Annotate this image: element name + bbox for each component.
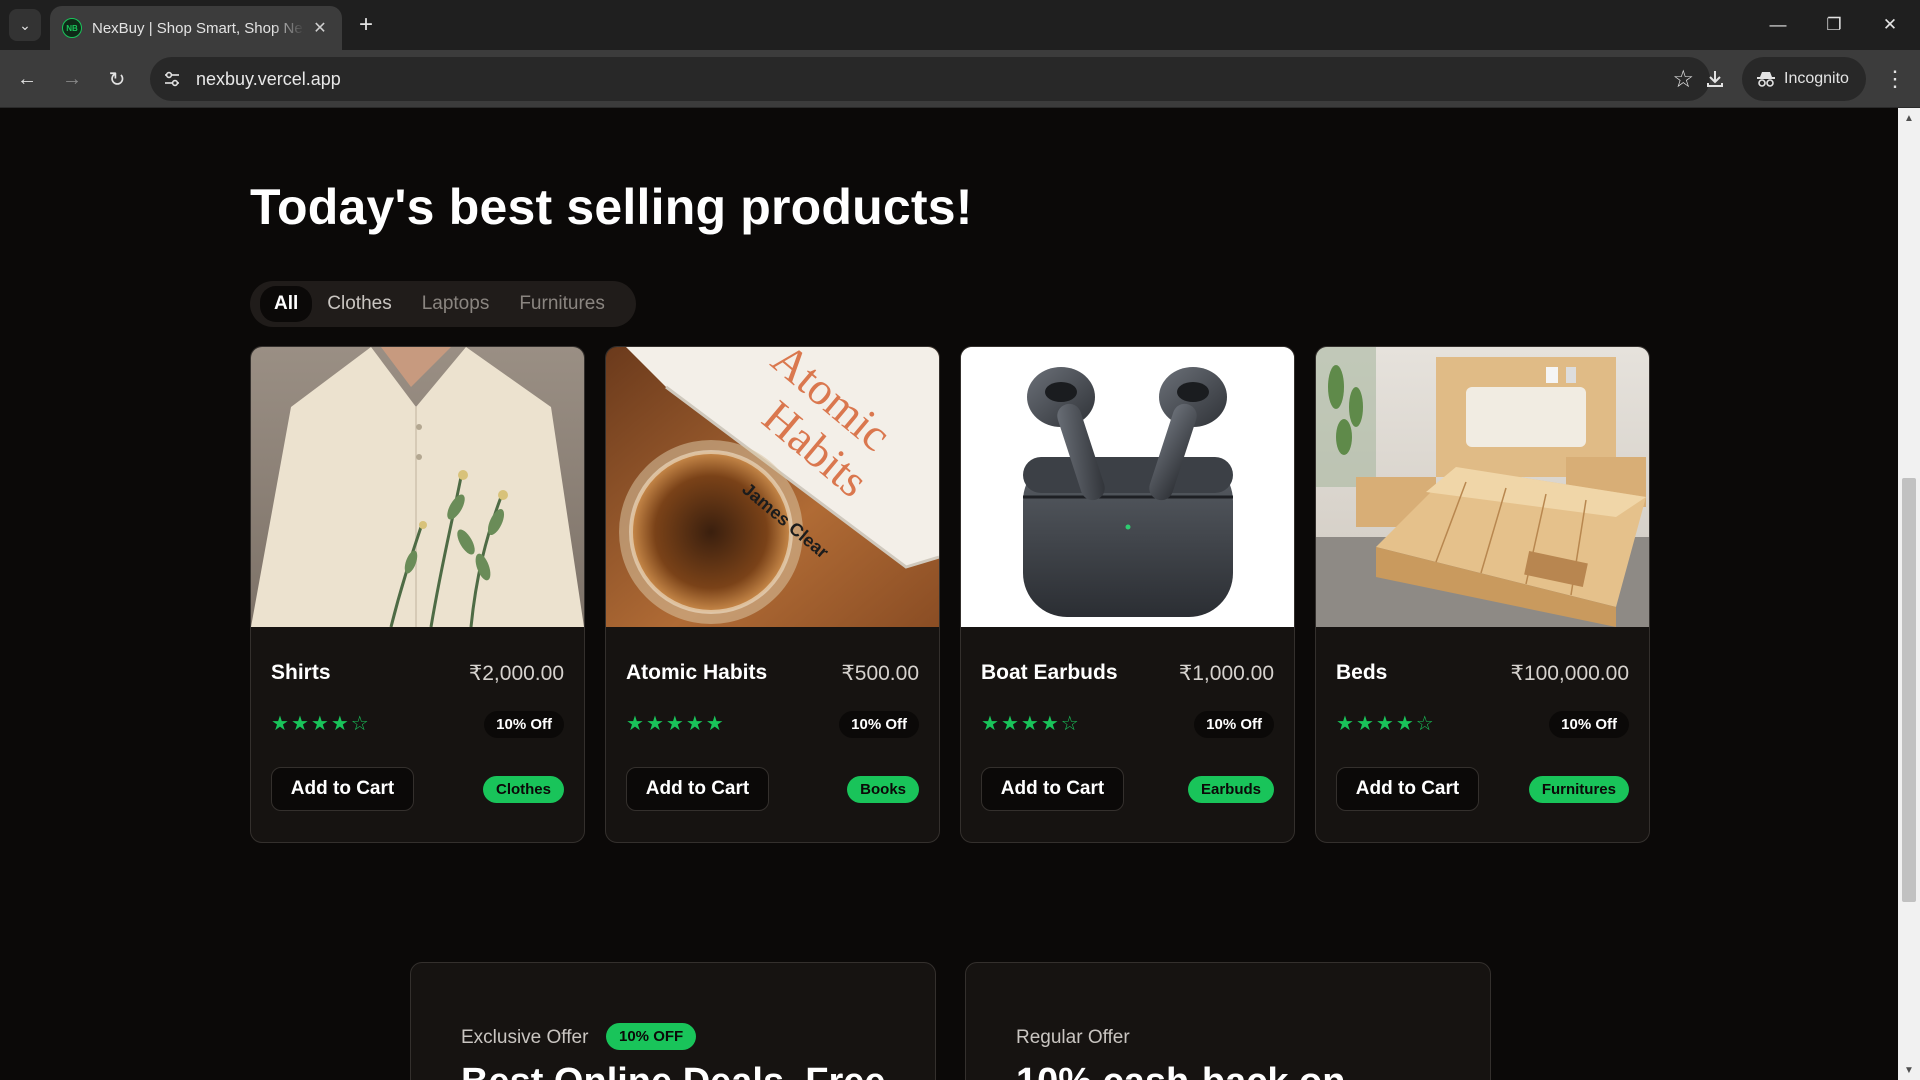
add-to-cart-button[interactable]: Add to Cart: [1336, 767, 1479, 811]
minimize-icon[interactable]: —: [1758, 8, 1798, 42]
page-scrollbar[interactable]: ▲ ▼: [1898, 108, 1920, 1080]
star-rating: ★ ★ ★ ★ ★: [626, 714, 724, 734]
offer-label: Regular Offer: [1016, 1027, 1130, 1048]
star-filled-icon: ★: [1336, 713, 1354, 735]
incognito-icon: [1757, 72, 1775, 87]
reload-icon[interactable]: ↻: [100, 62, 134, 96]
exclusive-offer-card[interactable]: Exclusive Offer 10% OFF Best Online Deal…: [410, 962, 936, 1080]
browser-tab-strip: ⌄ NB NexBuy | Shop Smart, Shop Next ✕ + …: [0, 0, 1920, 50]
offer-title: 10% cash-back on: [1016, 1061, 1345, 1080]
star-filled-icon: ★: [626, 713, 644, 735]
add-to-cart-button[interactable]: Add to Cart: [271, 767, 414, 811]
star-filled-icon: ★: [685, 713, 704, 735]
page-content: Today's best selling products! All Cloth…: [0, 108, 1898, 1080]
product-name[interactable]: Boat Earbuds: [981, 661, 1118, 685]
category-badge: Earbuds: [1187, 776, 1274, 803]
filter-furnitures[interactable]: Furnitures: [504, 286, 620, 322]
product-card[interactable]: Boat Earbuds ₹1,000.00 ★ ★ ★ ★ ☆ 10% Off Add…: [960, 346, 1295, 843]
close-tab-icon[interactable]: ✕: [310, 18, 330, 38]
star-empty-icon: ☆: [1415, 713, 1434, 735]
star-filled-icon: ★: [1395, 713, 1414, 735]
shirt-image: [251, 347, 584, 627]
section-heading: Today's best selling products!: [250, 179, 973, 235]
forward-icon[interactable]: →: [55, 62, 89, 96]
product-price: ₹1,000.00: [1178, 662, 1274, 685]
star-filled-icon: ★: [645, 713, 664, 735]
product-name[interactable]: Beds: [1336, 661, 1387, 685]
incognito-label: Incognito: [1784, 70, 1849, 87]
product-card[interactable]: Shirts ₹2,000.00 ★ ★ ★ ★ ☆ 10% Off Add to Ca…: [250, 346, 585, 843]
filter-clothes[interactable]: Clothes: [312, 286, 406, 322]
product-grid: Shirts ₹2,000.00 ★ ★ ★ ★ ☆ 10% Off Add to Ca…: [250, 346, 1650, 843]
tab-title: NexBuy | Shop Smart, Shop Next: [92, 19, 304, 37]
product-name[interactable]: Shirts: [271, 661, 331, 685]
star-rating: ★ ★ ★ ★ ☆: [1336, 714, 1434, 734]
star-filled-icon: ★: [1355, 713, 1374, 735]
category-badge: Furnitures: [1528, 776, 1629, 803]
browser-menu-icon[interactable]: ⋮: [1880, 62, 1910, 96]
star-filled-icon: ★: [271, 713, 289, 735]
discount-badge: 10% Off: [1194, 711, 1274, 738]
filter-all[interactable]: All: [260, 286, 313, 322]
star-filled-icon: ★: [1375, 713, 1394, 735]
star-filled-icon: ★: [290, 713, 309, 735]
product-card[interactable]: Atomic Habits James Clear Atomic Habits …: [605, 346, 940, 843]
tab-search-dropdown-icon[interactable]: ⌄: [9, 9, 41, 41]
add-to-cart-button[interactable]: Add to Cart: [981, 767, 1124, 811]
new-tab-icon[interactable]: +: [352, 11, 380, 39]
back-icon[interactable]: ←: [10, 62, 44, 96]
site-settings-icon[interactable]: [162, 69, 182, 89]
scroll-up-arrow-icon[interactable]: ▲: [1898, 108, 1920, 128]
offer-badge: 10% OFF: [606, 1023, 697, 1050]
download-icon[interactable]: [1698, 62, 1732, 96]
browser-tab-active[interactable]: NB NexBuy | Shop Smart, Shop Next ✕: [50, 6, 342, 50]
close-window-icon[interactable]: ✕: [1870, 8, 1910, 42]
discount-badge: 10% Off: [1549, 711, 1629, 738]
scrollbar-thumb[interactable]: [1902, 478, 1916, 902]
product-image[interactable]: [1316, 347, 1649, 627]
star-filled-icon: ★: [705, 713, 724, 735]
discount-badge: 10% Off: [839, 711, 919, 738]
earbuds-image: [961, 347, 1294, 627]
browser-toolbar: ← → ↻ nexbuy.vercel.app ☆ Incognito ⋮: [0, 50, 1920, 108]
product-name[interactable]: Atomic Habits: [626, 661, 767, 685]
offer-label: Exclusive Offer: [461, 1027, 589, 1048]
url-text: nexbuy.vercel.app: [196, 69, 341, 89]
offer-title: Best Online Deals, Free: [461, 1061, 886, 1080]
book-coffee-image: Atomic Habits James Clear: [606, 347, 939, 627]
star-filled-icon: ★: [1040, 713, 1059, 735]
star-empty-icon: ☆: [1060, 713, 1079, 735]
star-filled-icon: ★: [310, 713, 329, 735]
product-card[interactable]: Beds ₹100,000.00 ★ ★ ★ ★ ☆ 10% Off Add to Ca…: [1315, 346, 1650, 843]
category-filter-bar: All Clothes Laptops Furnitures: [250, 281, 636, 327]
star-filled-icon: ★: [1020, 713, 1039, 735]
star-filled-icon: ★: [981, 713, 999, 735]
scroll-down-arrow-icon[interactable]: ▼: [1898, 1060, 1920, 1080]
star-filled-icon: ★: [665, 713, 684, 735]
bookmark-star-icon[interactable]: ☆: [1672, 65, 1694, 94]
star-filled-icon: ★: [330, 713, 349, 735]
star-empty-icon: ☆: [350, 713, 369, 735]
star-filled-icon: ★: [1000, 713, 1019, 735]
star-rating: ★ ★ ★ ★ ☆: [271, 714, 369, 734]
bed-image: [1316, 347, 1649, 627]
product-price: ₹500.00: [841, 662, 919, 685]
category-badge: Clothes: [482, 776, 564, 803]
discount-badge: 10% Off: [484, 711, 564, 738]
product-price: ₹2,000.00: [468, 662, 564, 685]
category-badge: Books: [847, 776, 919, 803]
product-image[interactable]: [251, 347, 584, 627]
regular-offer-card[interactable]: Regular Offer 10% cash-back on: [965, 962, 1491, 1080]
add-to-cart-button[interactable]: Add to Cart: [626, 767, 769, 811]
product-price: ₹100,000.00: [1510, 662, 1629, 685]
address-bar[interactable]: nexbuy.vercel.app ☆: [150, 57, 1710, 101]
star-rating: ★ ★ ★ ★ ☆: [981, 714, 1079, 734]
product-image[interactable]: [961, 347, 1294, 627]
restore-icon[interactable]: ❐: [1814, 8, 1854, 42]
product-image[interactable]: Atomic Habits James Clear: [606, 347, 939, 627]
filter-laptops[interactable]: Laptops: [407, 286, 505, 322]
favicon-icon: NB: [62, 18, 82, 38]
incognito-indicator[interactable]: Incognito: [1742, 57, 1866, 101]
